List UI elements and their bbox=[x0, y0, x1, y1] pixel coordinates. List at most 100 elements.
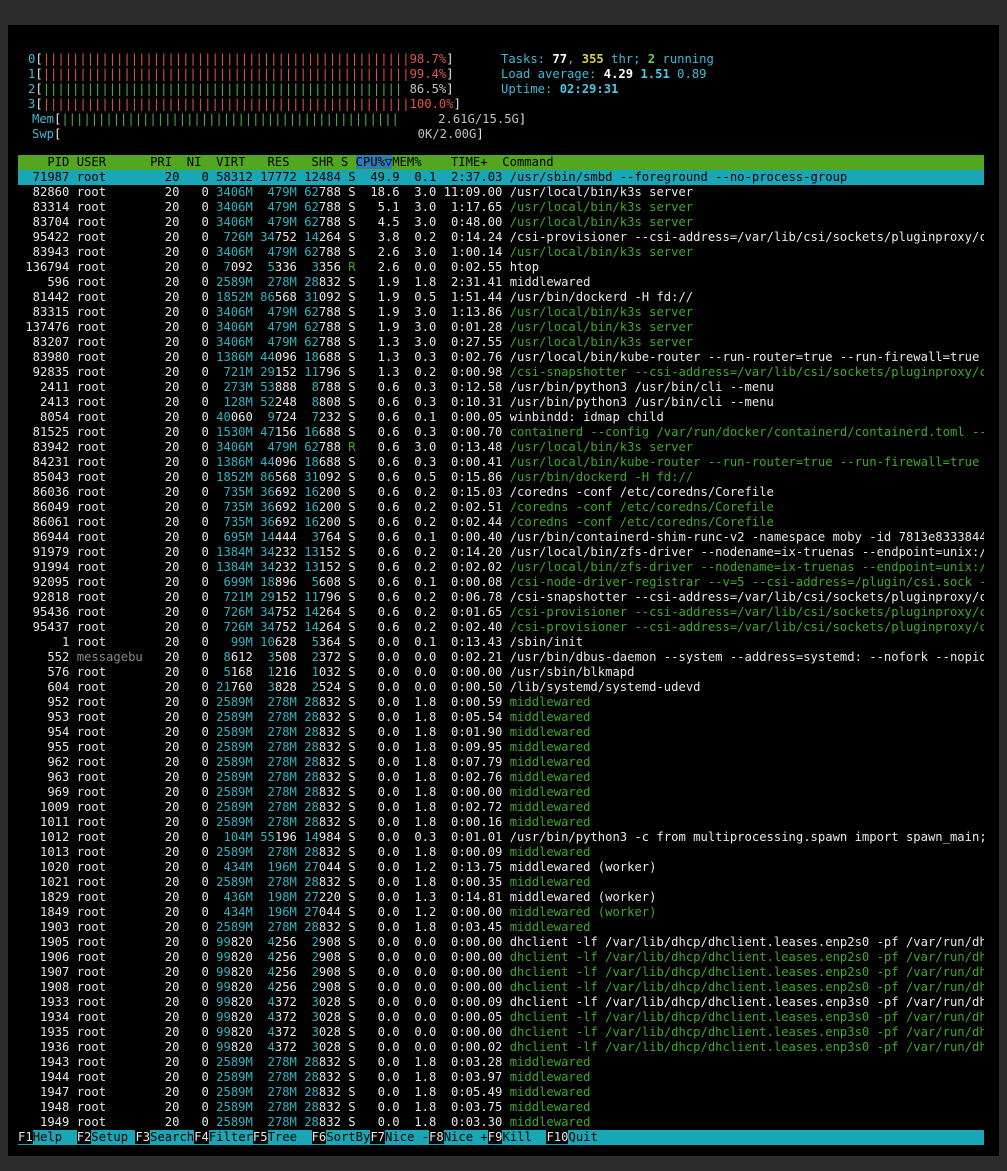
function-key-f7[interactable]: F7 bbox=[370, 1130, 385, 1144]
process-row[interactable]: 1935 root 20 0 99820 4372 3028 S 0.0 0.0… bbox=[18, 1025, 984, 1040]
process-row[interactable]: 83207 root 20 0 3406M 479M 62788 S 1.3 3… bbox=[18, 335, 984, 350]
shr-cell-k: 11 bbox=[304, 365, 319, 379]
process-row[interactable]: 963 root 20 0 2589M 278M 28832 S 0.0 1.8… bbox=[18, 770, 984, 785]
function-key-f8[interactable]: F8 bbox=[429, 1130, 444, 1144]
process-row[interactable]: 81525 root 20 0 1530M 47156 16688 S 0.6 … bbox=[18, 425, 984, 440]
function-key-f4[interactable]: F4 bbox=[194, 1130, 209, 1144]
process-row[interactable]: 952 root 20 0 2589M 278M 28832 S 0.0 1.8… bbox=[18, 695, 984, 710]
process-row[interactable]: 1012 root 20 0 104M 55196 14984 S 0.0 0.… bbox=[18, 830, 984, 845]
function-key-label[interactable]: Filter bbox=[209, 1130, 253, 1144]
process-row[interactable]: 2411 root 20 0 273M 53888 8788 S 0.6 0.3… bbox=[18, 380, 984, 395]
function-key-label[interactable]: Help bbox=[33, 1130, 77, 1144]
function-key-label[interactable]: SortBy bbox=[326, 1130, 370, 1144]
process-row[interactable]: 1013 root 20 0 2589M 278M 28832 S 0.0 1.… bbox=[18, 845, 984, 860]
process-row[interactable]: 954 root 20 0 2589M 278M 28832 S 0.0 1.8… bbox=[18, 725, 984, 740]
process-row[interactable]: 92835 root 20 0 721M 29152 11796 S 1.3 0… bbox=[18, 365, 984, 380]
process-row[interactable]: 83942 root 20 0 3406M 479M 62788 R 0.6 3… bbox=[18, 440, 984, 455]
process-row[interactable]: 95422 root 20 0 726M 34752 14264 S 3.8 0… bbox=[18, 230, 984, 245]
priority-cell: 20 0 bbox=[142, 800, 209, 814]
process-row[interactable]: 85043 root 20 0 1852M 86568 31092 S 0.6 … bbox=[18, 470, 984, 485]
process-row[interactable]: 71987 root 20 0 58312 17772 12484 S 49.9… bbox=[18, 170, 984, 185]
process-row[interactable]: 1021 root 20 0 2589M 278M 28832 S 0.0 1.… bbox=[18, 875, 984, 890]
process-row[interactable]: 1009 root 20 0 2589M 278M 28832 S 0.0 1.… bbox=[18, 800, 984, 815]
function-key-f2[interactable]: F2 bbox=[76, 1130, 92, 1144]
process-row[interactable]: 95436 root 20 0 726M 34752 14264 S 0.6 0… bbox=[18, 605, 984, 620]
process-row[interactable]: 84231 root 20 0 1386M 44096 18688 S 0.6 … bbox=[18, 455, 984, 470]
process-row[interactable]: 81442 root 20 0 1852M 86568 31092 S 1.9 … bbox=[18, 290, 984, 305]
header-columns-rest[interactable]: MEM% TIME+ Command bbox=[392, 155, 553, 169]
process-row[interactable]: 576 root 20 0 5168 1216 1032 S 0.0 0.0 0… bbox=[18, 665, 984, 680]
process-row[interactable]: 83314 root 20 0 3406M 479M 62788 S 5.1 3… bbox=[18, 200, 984, 215]
process-row[interactable]: 136794 root 20 0 7092 5336 3356 R 2.6 0.… bbox=[18, 260, 984, 275]
process-row[interactable]: 1903 root 20 0 2589M 278M 28832 S 0.0 1.… bbox=[18, 920, 984, 935]
shr-cell: 14264 bbox=[297, 230, 341, 244]
process-row[interactable]: 552 messagebu 20 0 8612 3508 2372 S 0.0 … bbox=[18, 650, 984, 665]
process-list[interactable]: 71987 root 20 0 58312 17772 12484 S 49.9… bbox=[18, 170, 984, 1130]
process-row[interactable]: 86061 root 20 0 735M 36692 16200 S 0.6 0… bbox=[18, 515, 984, 530]
process-row[interactable]: 962 root 20 0 2589M 278M 28832 S 0.0 1.8… bbox=[18, 755, 984, 770]
process-row[interactable]: 83315 root 20 0 3406M 479M 62788 S 1.9 3… bbox=[18, 305, 984, 320]
function-key-f9[interactable]: F9 bbox=[487, 1130, 503, 1144]
function-key-label[interactable]: Nice + bbox=[444, 1130, 488, 1144]
process-row[interactable]: 596 root 20 0 2589M 278M 28832 S 1.9 1.8… bbox=[18, 275, 984, 290]
res-cell: 4256 bbox=[253, 980, 297, 994]
res-cell: 4256 bbox=[253, 950, 297, 964]
process-row[interactable]: 86944 root 20 0 695M 14444 3764 S 0.6 0.… bbox=[18, 530, 984, 545]
process-row[interactable]: 1948 root 20 0 2589M 278M 28832 S 0.0 1.… bbox=[18, 1100, 984, 1115]
function-key-f6[interactable]: F6 bbox=[311, 1130, 327, 1144]
process-row[interactable]: 91994 root 20 0 1384M 34232 13152 S 0.6 … bbox=[18, 560, 984, 575]
function-key-label[interactable]: Search bbox=[150, 1130, 194, 1144]
process-row[interactable]: 1936 root 20 0 99820 4372 3028 S 0.0 0.0… bbox=[18, 1040, 984, 1055]
process-row[interactable]: 1020 root 20 0 434M 196M 27044 S 0.0 1.2… bbox=[18, 860, 984, 875]
process-row[interactable]: 91979 root 20 0 1384M 34232 13152 S 0.6 … bbox=[18, 545, 984, 560]
process-row[interactable]: 1829 root 20 0 436M 198M 27220 S 0.0 1.3… bbox=[18, 890, 984, 905]
process-row[interactable]: 1905 root 20 0 99820 4256 2908 S 0.0 0.0… bbox=[18, 935, 984, 950]
process-row[interactable]: 1908 root 20 0 99820 4256 2908 S 0.0 0.0… bbox=[18, 980, 984, 995]
process-row[interactable]: 1906 root 20 0 99820 4256 2908 S 0.0 0.0… bbox=[18, 950, 984, 965]
process-row[interactable]: 92095 root 20 0 699M 18896 5608 S 0.6 0.… bbox=[18, 575, 984, 590]
process-row[interactable]: 95437 root 20 0 726M 34752 14264 S 0.6 0… bbox=[18, 620, 984, 635]
process-row[interactable]: 82860 root 20 0 3406M 479M 62788 S 18.6 … bbox=[18, 185, 984, 200]
process-row[interactable]: 92818 root 20 0 721M 29152 11796 S 0.6 0… bbox=[18, 590, 984, 605]
pid-cell: 954 bbox=[18, 725, 77, 739]
process-row[interactable]: 2413 root 20 0 128M 52248 8808 S 0.6 0.3… bbox=[18, 395, 984, 410]
process-row[interactable]: 1 root 20 0 99M 10628 5364 S 0.0 0.1 0:1… bbox=[18, 635, 984, 650]
process-row[interactable]: 1944 root 20 0 2589M 278M 28832 S 0.0 1.… bbox=[18, 1070, 984, 1085]
function-key-label[interactable]: Tree bbox=[268, 1130, 312, 1144]
header-columns[interactable]: PID USER PRI NI VIRT RES SHR S bbox=[18, 155, 356, 169]
user-cell: root bbox=[76, 230, 143, 244]
process-row[interactable]: 83704 root 20 0 3406M 479M 62788 S 4.5 3… bbox=[18, 215, 984, 230]
process-row[interactable]: 83943 root 20 0 3406M 479M 62788 S 2.6 3… bbox=[18, 245, 984, 260]
process-row[interactable]: 953 root 20 0 2589M 278M 28832 S 0.0 1.8… bbox=[18, 710, 984, 725]
process-row[interactable]: 1907 root 20 0 99820 4256 2908 S 0.0 0.0… bbox=[18, 965, 984, 980]
process-row[interactable]: 1943 root 20 0 2589M 278M 28832 S 0.0 1.… bbox=[18, 1055, 984, 1070]
process-table-header[interactable]: PID USER PRI NI VIRT RES SHR S CPU%▽MEM%… bbox=[18, 155, 984, 170]
process-row[interactable]: 1849 root 20 0 434M 196M 27044 S 0.0 1.2… bbox=[18, 905, 984, 920]
process-row[interactable]: 969 root 20 0 2589M 278M 28832 S 0.0 1.8… bbox=[18, 785, 984, 800]
process-row[interactable]: 1947 root 20 0 2589M 278M 28832 S 0.0 1.… bbox=[18, 1085, 984, 1100]
res-cell-rest: 692 bbox=[274, 485, 297, 499]
process-row[interactable]: 86036 root 20 0 735M 36692 16200 S 0.6 0… bbox=[18, 485, 984, 500]
process-row[interactable]: 1011 root 20 0 2589M 278M 28832 S 0.0 1.… bbox=[18, 815, 984, 830]
process-row[interactable]: 86049 root 20 0 735M 36692 16200 S 0.6 0… bbox=[18, 500, 984, 515]
function-key-label[interactable]: Nice - bbox=[385, 1130, 429, 1144]
function-key-label[interactable]: Kill bbox=[502, 1130, 546, 1144]
process-row[interactable]: 1949 root 20 0 2589M 278M 28832 S 0.0 1.… bbox=[18, 1115, 984, 1130]
function-key-f3[interactable]: F3 bbox=[135, 1130, 151, 1144]
process-row[interactable]: 8054 root 20 0 40060 9724 7232 S 0.6 0.1… bbox=[18, 410, 984, 425]
process-row[interactable]: 955 root 20 0 2589M 278M 28832 S 0.0 1.8… bbox=[18, 740, 984, 755]
priority-cell: 20 0 bbox=[142, 500, 209, 514]
function-key-f5[interactable]: F5 bbox=[252, 1130, 268, 1144]
function-key-label[interactable]: Quit bbox=[568, 1130, 597, 1144]
process-row[interactable]: 604 root 20 0 21760 3828 2524 S 0.0 0.0 … bbox=[18, 680, 984, 695]
process-row[interactable]: 137476 root 20 0 3406M 479M 62788 S 1.9 … bbox=[18, 320, 984, 335]
function-key-label[interactable]: Setup bbox=[91, 1130, 135, 1144]
process-row[interactable]: 1934 root 20 0 99820 4372 3028 S 0.0 0.0… bbox=[18, 1010, 984, 1025]
shr-cell-rest: 788 bbox=[318, 215, 341, 229]
process-row[interactable]: 83980 root 20 0 1386M 44096 18688 S 1.3 … bbox=[18, 350, 984, 365]
function-key-f10[interactable]: F10 bbox=[546, 1130, 569, 1144]
sort-column-cpu[interactable]: CPU%▽ bbox=[355, 155, 393, 169]
process-row[interactable]: 1933 root 20 0 99820 4372 3028 S 0.0 0.0… bbox=[18, 995, 984, 1010]
function-key-f1[interactable]: F1 bbox=[18, 1130, 33, 1144]
shr-cell-rest: 832 bbox=[318, 740, 341, 754]
